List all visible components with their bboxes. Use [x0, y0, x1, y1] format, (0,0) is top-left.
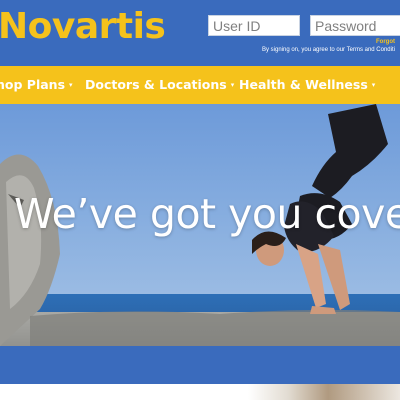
nav-item-label: Health & Wellness	[239, 77, 368, 92]
main-nav: hop Plans ▾ Doctors & Locations ▾ Health &…	[0, 66, 400, 104]
next-section-image	[0, 384, 400, 400]
nav-item-label: Doctors & Locations	[85, 77, 227, 92]
content-band	[0, 346, 400, 384]
chevron-down-icon: ▾	[230, 81, 235, 89]
user-id-input[interactable]	[208, 15, 300, 36]
site-header: Novartis Forgot By signing on, you agree…	[0, 0, 400, 66]
password-input[interactable]	[310, 15, 400, 36]
nav-item-health-wellness[interactable]: Health & Wellness ▾	[239, 77, 375, 92]
chevron-down-icon: ▾	[371, 81, 376, 89]
hero-banner: We’ve got you covere	[0, 104, 400, 346]
sign-on-disclaimer: By signing on, you agree to our Terms an…	[262, 47, 395, 53]
hero-title: We’ve got you covere	[14, 190, 400, 238]
forgot-link[interactable]: Forgot	[376, 39, 395, 45]
brand-logo[interactable]: Novartis	[0, 6, 166, 47]
nav-item-label: hop Plans	[0, 77, 66, 92]
chevron-down-icon: ▾	[69, 81, 73, 89]
nav-item-shop-plans[interactable]: hop Plans ▾	[0, 77, 73, 92]
nav-item-doctors-locations[interactable]: Doctors & Locations ▾	[85, 77, 234, 92]
